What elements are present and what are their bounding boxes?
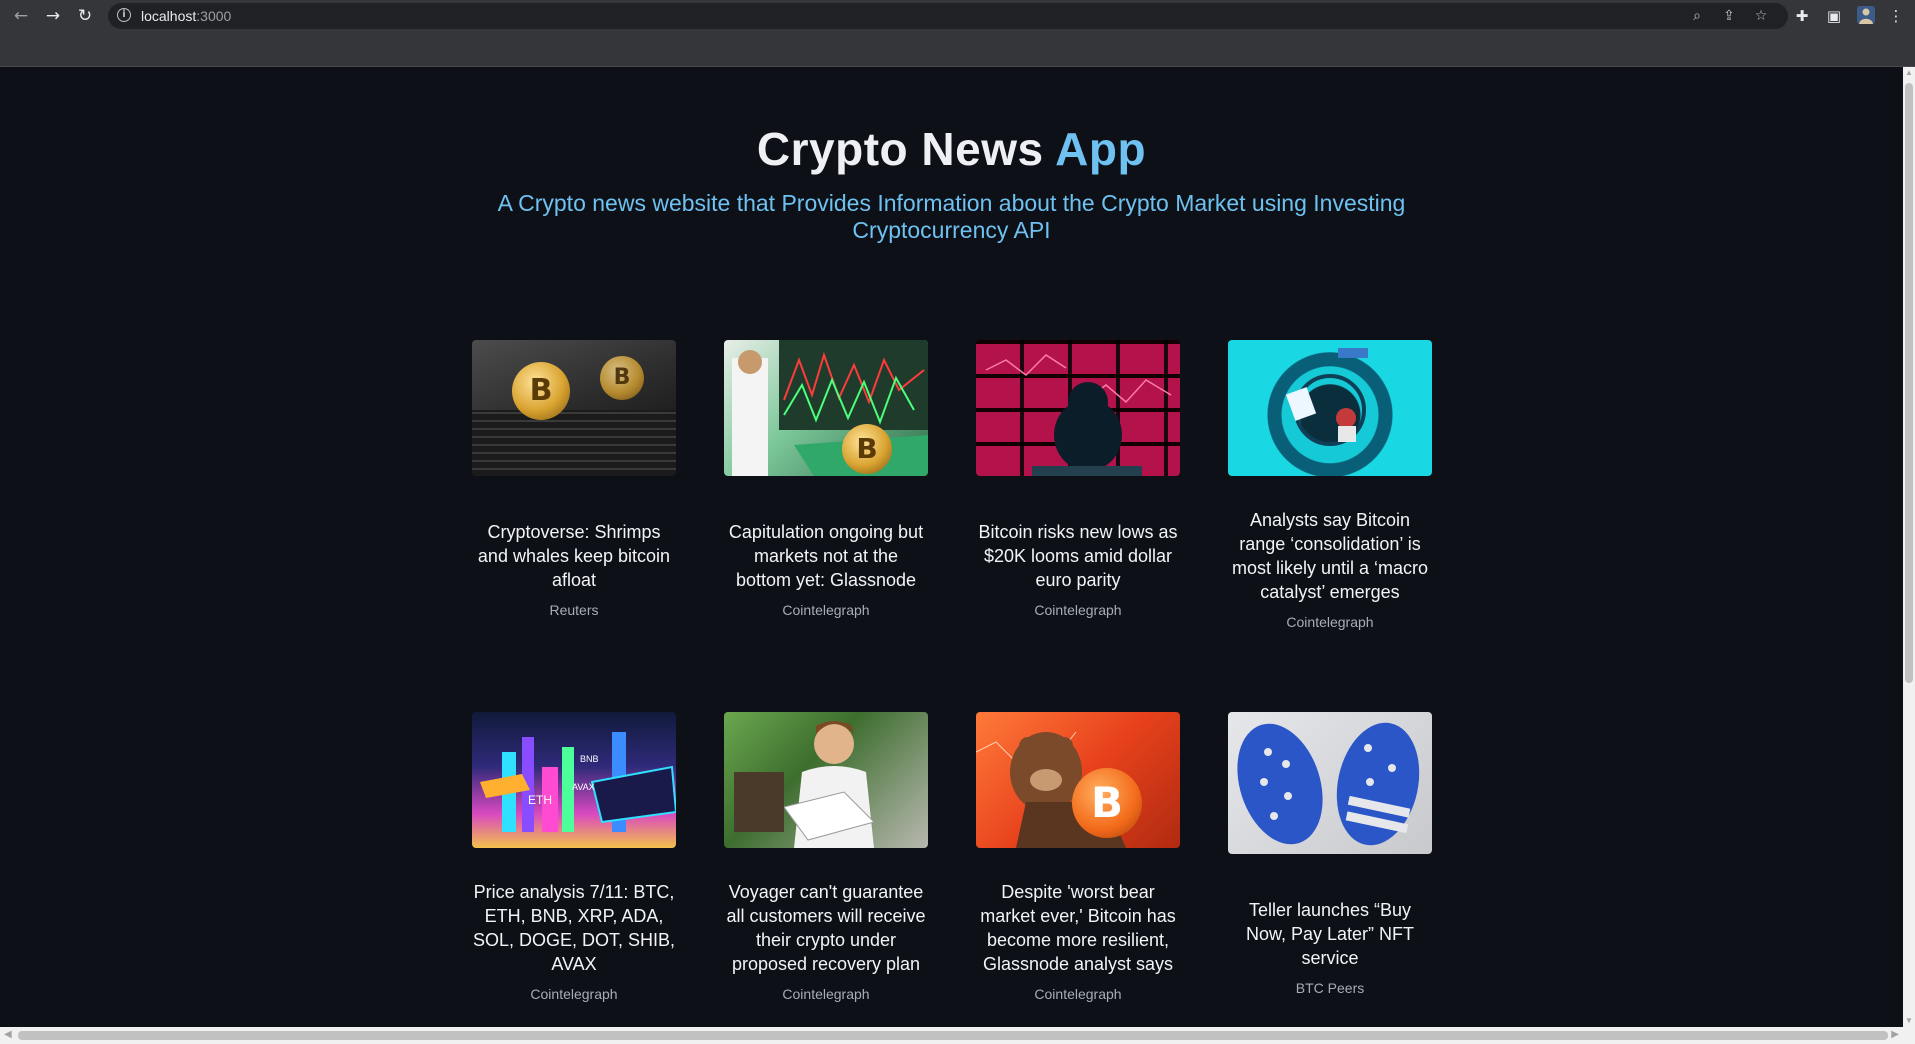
bitcoin-coin-icon: B [842,424,892,474]
news-headline[interactable]: Teller launches “Buy Now, Pay Later” NFT… [1228,898,1432,970]
scroll-left-arrow-icon[interactable]: ◀ [4,1029,12,1040]
browser-toolbar: ← → ↻ i localhost:3000 ⌕ ⇪ ☆ ✚ ▣ ⋮ [0,0,1915,32]
address-bar[interactable]: i localhost:3000 ⌕ ⇪ ☆ [108,3,1788,29]
news-card[interactable]: Bitcoin risks new lows as $20K looms ami… [976,340,1180,618]
news-headline[interactable]: Cryptoverse: Shrimps and whales keep bit… [472,520,676,592]
bookmarks-bar [0,32,1915,67]
avax-label: AVAX [572,782,595,792]
news-source: Reuters [549,602,599,618]
news-headline[interactable]: Price analysis 7/11: BTC, ETH, BNB, XRP,… [472,880,676,976]
page-title-accent: App [1055,123,1147,175]
news-thumbnail[interactable]: B B [472,340,676,476]
page-header: Crypto News App A Crypto news website th… [0,122,1903,244]
news-source: Cointelegraph [1034,986,1122,1002]
news-thumbnail[interactable]: B [976,712,1180,848]
news-source: Cointelegraph [782,602,870,618]
news-card[interactable]: ETH BNB AVAX Price analysis 7/11: BTC, E… [472,712,676,1002]
news-headline[interactable]: Analysts say Bitcoin range ‘consolidatio… [1228,508,1432,604]
vertical-scrollbar[interactable]: ▲ ▼ [1903,67,1915,1027]
url-text[interactable]: localhost:3000 [141,8,231,24]
page-viewport: Crypto News App A Crypto news website th… [0,67,1903,1027]
news-headline[interactable]: Voyager can't guarantee all customers wi… [724,880,928,976]
news-thumbnail[interactable] [724,712,928,848]
news-headline[interactable]: Capitulation ongoing but markets not at … [724,520,928,592]
site-info-icon[interactable]: i [117,8,131,22]
horizontal-scrollbar[interactable]: ◀ ▶ [0,1027,1915,1044]
page-subtitle: A Crypto news website that Provides Info… [497,190,1406,243]
news-card[interactable]: B Despite 'worst bear market ever,' Bitc… [976,712,1180,1002]
page-title: Crypto News App [756,123,1147,175]
news-thumbnail[interactable] [1228,340,1432,476]
news-card[interactable]: B Capitulation ongoing but markets not a… [724,340,928,618]
eth-label: ETH [528,793,552,807]
scroll-right-arrow-icon[interactable]: ▶ [1891,1029,1899,1040]
scroll-down-arrow-icon[interactable]: ▼ [1903,1015,1915,1027]
bitcoin-coin-icon: B [600,356,644,400]
reload-icon[interactable]: ↻ [74,5,96,27]
news-card[interactable]: Voyager can't guarantee all customers wi… [724,712,928,1002]
extensions-puzzle-icon[interactable]: ✚ [1792,6,1812,26]
news-thumbnail[interactable]: B [724,340,928,476]
news-source: Cointelegraph [782,986,870,1002]
news-source: Cointelegraph [530,986,618,1002]
news-card[interactable]: Teller launches “Buy Now, Pay Later” NFT… [1228,712,1432,996]
news-card[interactable]: B B Cryptoverse: Shrimps and whales keep… [472,340,676,618]
news-headline[interactable]: Despite 'worst bear market ever,' Bitcoi… [976,880,1180,976]
vertical-scroll-thumb[interactable] [1905,83,1913,683]
side-panel-icon[interactable]: ▣ [1824,6,1844,26]
bookmark-star-icon[interactable]: ☆ [1752,7,1770,25]
scroll-up-arrow-icon[interactable]: ▲ [1903,67,1915,79]
back-arrow-icon[interactable]: ← [10,5,32,27]
bitcoin-coin-icon: B [512,362,570,420]
zoom-icon[interactable]: ⌕ [1688,7,1706,25]
news-thumbnail[interactable] [1228,712,1432,854]
bitcoin-coin-icon: B [1072,768,1142,838]
horizontal-scroll-thumb[interactable] [18,1031,1888,1040]
bnb-label: BNB [580,754,599,764]
news-source: Cointelegraph [1286,614,1374,630]
news-source: BTC Peers [1295,980,1365,996]
news-card[interactable]: Analysts say Bitcoin range ‘consolidatio… [1228,340,1432,630]
share-icon[interactable]: ⇪ [1720,7,1738,25]
news-source: Cointelegraph [1034,602,1122,618]
profile-avatar-icon[interactable] [1856,6,1876,26]
news-thumbnail[interactable]: ETH BNB AVAX [472,712,676,848]
news-thumbnail[interactable] [976,340,1180,476]
browser-menu-icon[interactable]: ⋮ [1886,6,1906,26]
forward-arrow-icon[interactable]: → [42,5,64,27]
news-headline[interactable]: Bitcoin risks new lows as $20K looms ami… [976,520,1180,592]
